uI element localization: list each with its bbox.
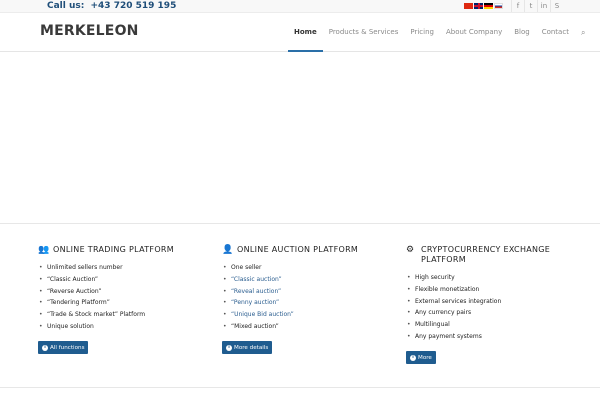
- main-nav: Home Products & Services Pricing About C…: [288, 13, 589, 52]
- column-title: ONLINE TRADING PLATFORM: [53, 245, 174, 254]
- list-item: “Trade & Stock market” Platform: [38, 309, 218, 321]
- column-heading: 👥 ONLINE TRADING PLATFORM: [38, 245, 218, 255]
- phone-link[interactable]: +43 720 519 195: [91, 1, 177, 11]
- skype-icon[interactable]: S: [550, 0, 563, 12]
- button-label: All functions: [50, 344, 85, 351]
- social-links: f t in S: [511, 0, 563, 12]
- footer-divider: [0, 387, 600, 388]
- list-item: “Reverse Auction”: [38, 286, 218, 298]
- users-icon: 👥: [38, 245, 50, 255]
- more-details-button[interactable]: i More details: [222, 341, 273, 355]
- list-item: One seller: [222, 262, 402, 274]
- trading-platform-column: 👥 ONLINE TRADING PLATFORM Unlimited sell…: [38, 245, 218, 355]
- nav-about-company[interactable]: About Company: [440, 13, 508, 52]
- info-icon: i: [42, 344, 48, 351]
- link-text[interactable]: “Unique Bid auction”: [231, 311, 294, 318]
- list-item-link[interactable]: “Reveal auction”: [222, 286, 402, 298]
- nav-products-services[interactable]: Products & Services: [323, 13, 405, 52]
- twitter-icon[interactable]: t: [524, 0, 537, 12]
- list-item: Any payment systems: [406, 331, 586, 343]
- button-label: More details: [234, 344, 269, 351]
- logo[interactable]: MERKELEON: [40, 23, 139, 39]
- linkedin-icon[interactable]: in: [537, 0, 550, 12]
- top-bar: Call us: +43 720 519 195 f t in S: [0, 0, 600, 13]
- info-icon: i: [226, 344, 232, 351]
- all-functions-button[interactable]: i All functions: [38, 341, 89, 355]
- call-label: Call us:: [47, 1, 85, 11]
- list-item: Unique solution: [38, 321, 218, 333]
- column-heading: 👤 ONLINE AUCTION PLATFORM: [222, 245, 402, 255]
- list-item: External services integration: [406, 296, 586, 308]
- feature-list: High security Flexible monetization Exte…: [406, 272, 586, 343]
- list-item: “Mixed auction”: [222, 321, 402, 333]
- button-label: More: [418, 354, 432, 361]
- search-icon[interactable]: ⌕: [575, 13, 589, 52]
- site-header: MERKELEON Home Products & Services Prici…: [0, 13, 600, 52]
- facebook-icon[interactable]: f: [511, 0, 524, 12]
- crypto-exchange-column: ⚙ CRYPTOCURRENCY EXCHANGE PLATFORM High …: [406, 245, 586, 365]
- language-flags: [464, 3, 503, 9]
- link-text[interactable]: “Penny auction”: [231, 299, 279, 306]
- link-text[interactable]: “Reveal auction”: [231, 288, 281, 295]
- list-item: “Tendering Platform”: [38, 297, 218, 309]
- list-item-link[interactable]: “Classic auction”: [222, 274, 402, 286]
- nav-home[interactable]: Home: [288, 13, 323, 52]
- ru-flag-icon[interactable]: [494, 3, 503, 9]
- nav-blog[interactable]: Blog: [508, 13, 535, 52]
- info-icon: i: [410, 354, 416, 361]
- gb-flag-icon[interactable]: [474, 3, 483, 9]
- call-us: Call us: +43 720 519 195: [47, 0, 176, 12]
- list-item: Flexible monetization: [406, 284, 586, 296]
- list-item: High security: [406, 272, 586, 284]
- de-flag-icon[interactable]: [484, 3, 493, 9]
- column-heading: ⚙ CRYPTOCURRENCY EXCHANGE PLATFORM: [406, 245, 586, 265]
- cn-flag-icon[interactable]: [464, 3, 473, 9]
- user-icon: 👤: [222, 245, 234, 255]
- link-text[interactable]: “Classic auction”: [231, 276, 282, 283]
- list-item-link[interactable]: “Penny auction”: [222, 297, 402, 309]
- column-title: ONLINE AUCTION PLATFORM: [237, 245, 359, 254]
- more-button[interactable]: i More: [406, 351, 436, 365]
- feature-list: One seller “Classic auction” “Reveal auc…: [222, 262, 402, 333]
- list-item: Unlimited sellers number: [38, 262, 218, 274]
- list-item: Multilingual: [406, 319, 586, 331]
- nav-pricing[interactable]: Pricing: [404, 13, 440, 52]
- list-item: Any currency pairs: [406, 307, 586, 319]
- globe-icon: ⚙: [406, 245, 415, 255]
- list-item-link[interactable]: “Unique Bid auction”: [222, 309, 402, 321]
- column-title: CRYPTOCURRENCY EXCHANGE PLATFORM: [421, 245, 551, 264]
- hero-banner: [0, 53, 600, 224]
- feature-list: Unlimited sellers number “Classic Auctio…: [38, 262, 218, 333]
- list-item: “Classic Auction”: [38, 274, 218, 286]
- nav-contact[interactable]: Contact: [536, 13, 575, 52]
- auction-platform-column: 👤 ONLINE AUCTION PLATFORM One seller “Cl…: [222, 245, 402, 355]
